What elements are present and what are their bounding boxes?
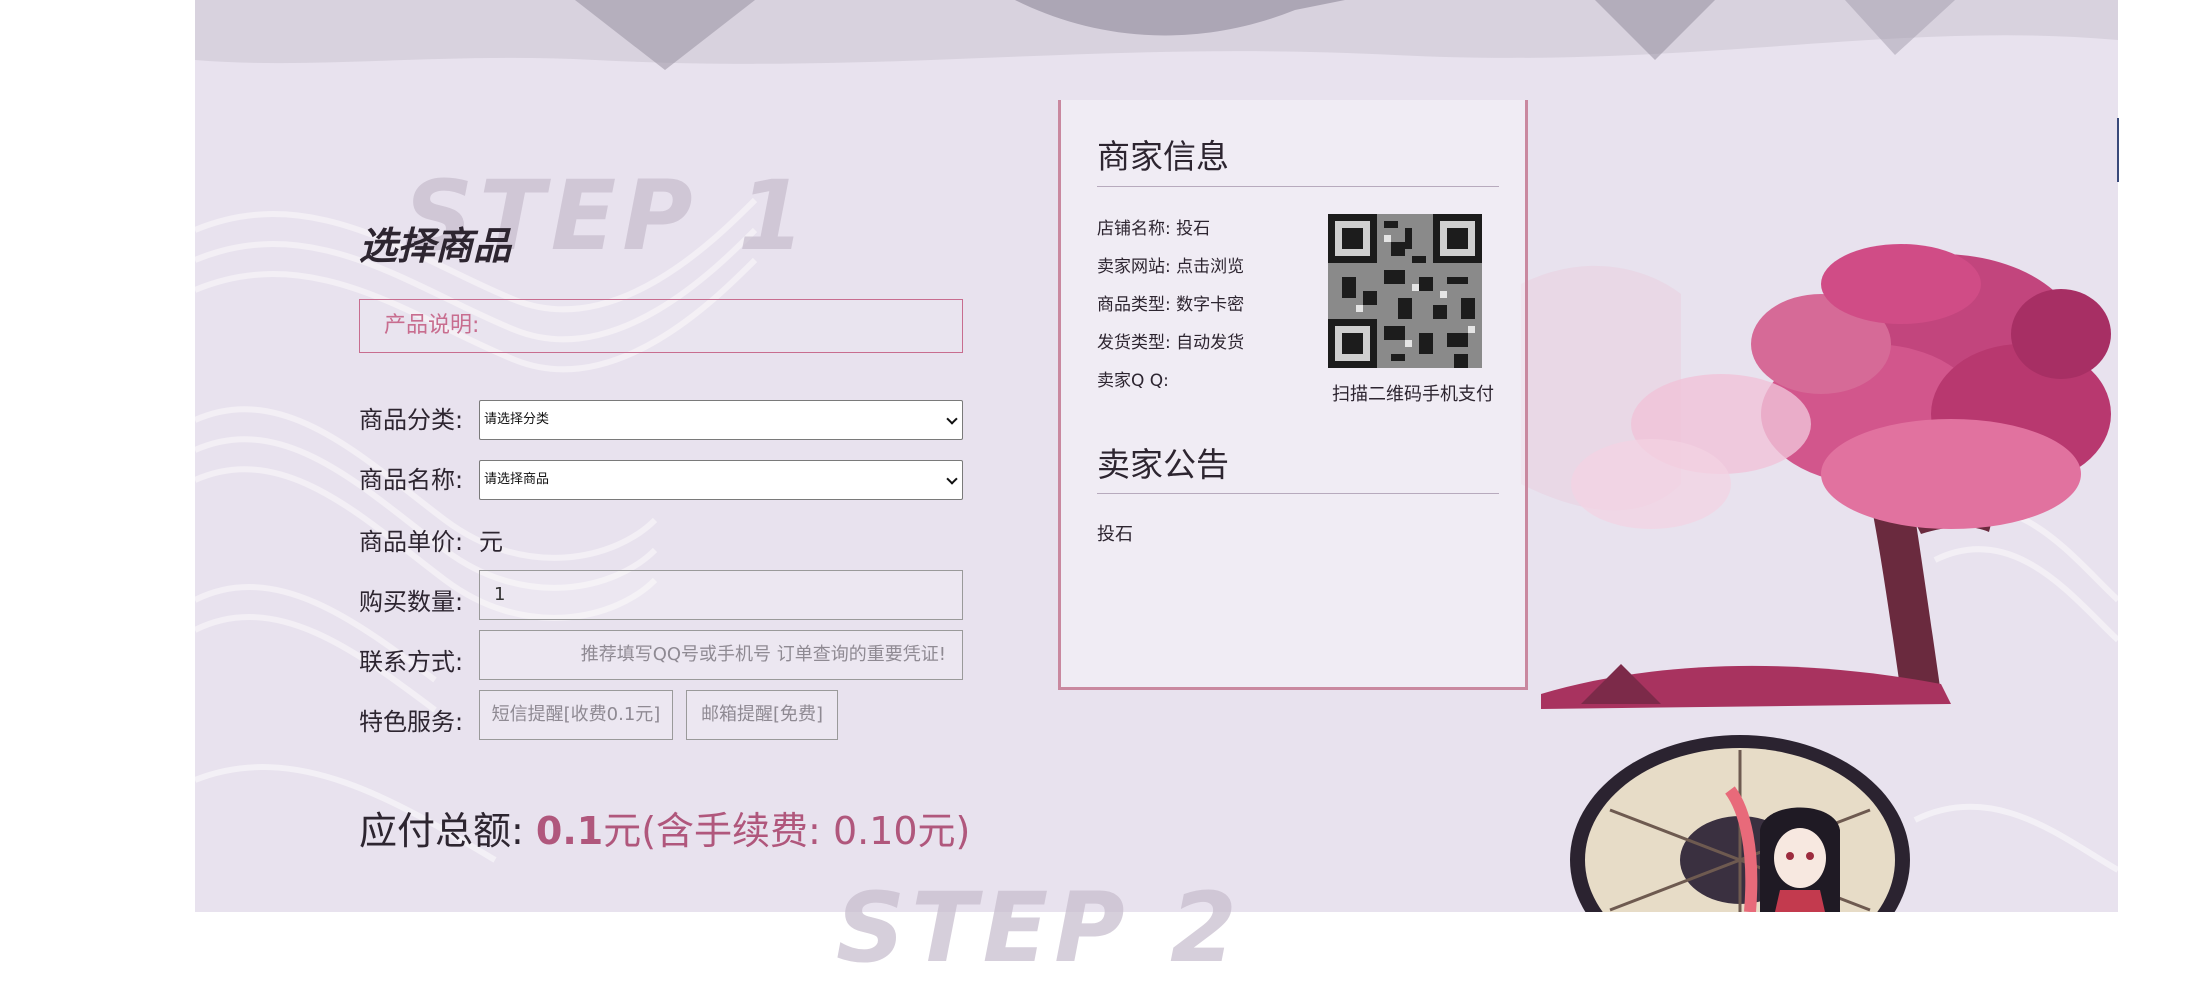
chevron-down-icon bbox=[946, 413, 958, 425]
seller-notice-heading: 卖家公告 bbox=[1097, 445, 1229, 484]
cherry-blossom-tree-illustration bbox=[1521, 244, 2111, 709]
product-description-label: 产品说明: bbox=[384, 313, 480, 338]
qr-code-caption: 扫描二维码手机支付 bbox=[1332, 384, 1494, 405]
total-amount-label: 应付总额: bbox=[359, 809, 524, 853]
unit-price-value: 元 bbox=[479, 528, 503, 556]
seller-notice-text: 投石 bbox=[1097, 524, 1133, 545]
sms-reminder-button[interactable]: 短信提醒[收费0.1元] bbox=[479, 690, 673, 740]
category-selected-value: 请选择分类 bbox=[484, 412, 550, 427]
unit-price-label: 商品单价: bbox=[359, 528, 464, 556]
product-name-label: 商品名称: bbox=[359, 466, 464, 494]
top-banner-image bbox=[195, 0, 2118, 70]
shop-name-row: 店铺名称: 投石 bbox=[1097, 219, 1211, 239]
product-type-row: 商品类型: 数字卡密 bbox=[1097, 295, 1245, 315]
total-amount-row: 应付总额: 0.1元(含手续费: 0.10元) bbox=[359, 800, 970, 855]
contact-label: 联系方式: bbox=[359, 648, 464, 676]
seller-website-link[interactable]: 卖家网站: 点击浏览 bbox=[1097, 252, 1244, 277]
seller-notice-divider bbox=[1097, 493, 1499, 494]
contact-input[interactable]: 推荐填写QQ号或手机号 订单查询的重要凭证! bbox=[479, 630, 963, 680]
delivery-type-row: 发货类型: 自动发货 bbox=[1097, 333, 1245, 353]
email-reminder-button[interactable]: 邮箱提醒[免费] bbox=[686, 690, 838, 740]
category-select[interactable]: 请选择分类 bbox=[479, 400, 963, 440]
step-2-watermark: STEP 2 bbox=[836, 872, 1243, 984]
total-amount-value: 0.1 bbox=[535, 809, 604, 853]
quantity-label: 购买数量: bbox=[359, 588, 464, 616]
umbrella-character-illustration bbox=[1570, 735, 1910, 912]
product-selected-value: 请选择商品 bbox=[484, 472, 550, 487]
payment-qr-code bbox=[1328, 214, 1482, 368]
quantity-input[interactable]: 1 bbox=[479, 570, 963, 620]
special-service-label: 特色服务: bbox=[359, 708, 464, 736]
chevron-down-icon bbox=[946, 473, 958, 485]
product-description-box: 产品说明: bbox=[359, 299, 963, 353]
total-amount-fee: 元(含手续费: 0.10元) bbox=[603, 809, 971, 853]
seller-qq-row: 卖家Q Q: bbox=[1097, 371, 1169, 391]
select-product-title: 选择商品 bbox=[359, 223, 512, 268]
product-select[interactable]: 请选择商品 bbox=[479, 460, 963, 500]
merchant-info-divider bbox=[1097, 186, 1499, 187]
category-label: 商品分类: bbox=[359, 406, 464, 434]
scrollbar-edge-marker bbox=[2117, 118, 2119, 182]
merchant-info-heading: 商家信息 bbox=[1097, 137, 1229, 176]
